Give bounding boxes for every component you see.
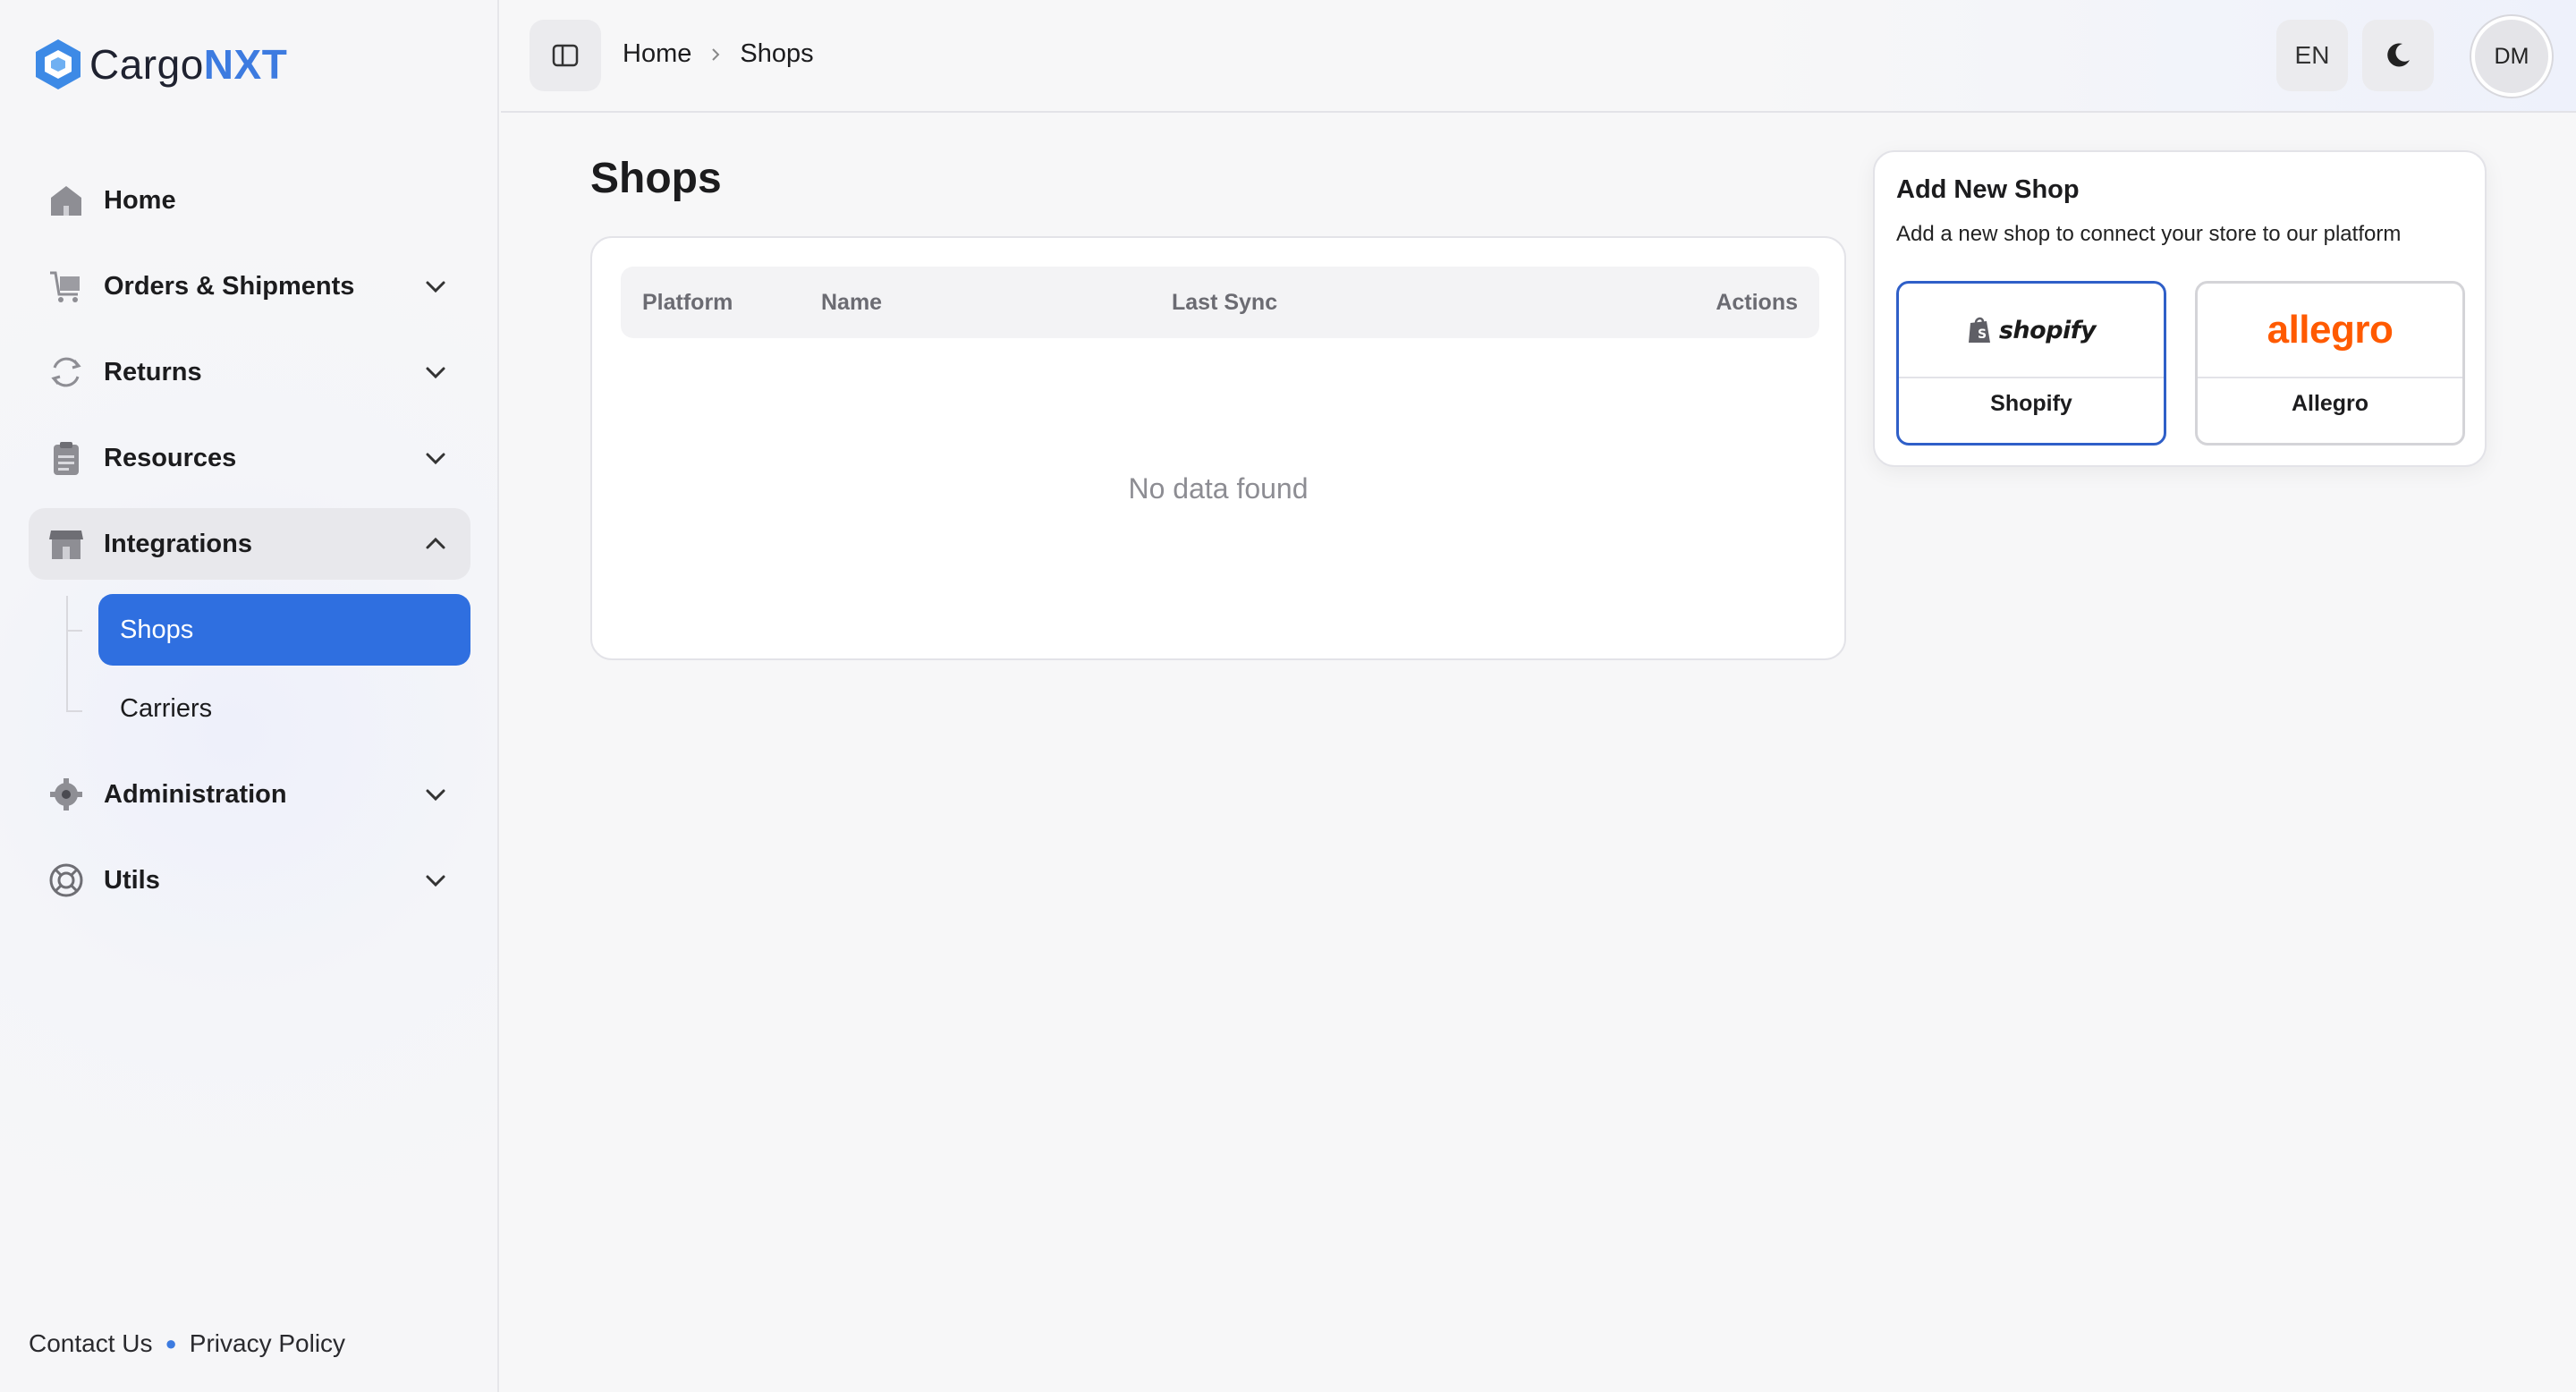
brand-name: CargoNXT [89, 41, 288, 88]
sidebar-subitem-carriers[interactable]: Carriers [98, 673, 470, 744]
sidebar-toggle-icon [552, 44, 579, 67]
breadcrumb: Home Shops [623, 39, 814, 69]
empty-state-text: No data found [1128, 472, 1309, 505]
sidebar-item-label: Administration [104, 779, 287, 809]
sidebar-subitem-shops[interactable]: Shops [98, 594, 470, 666]
sidebar-item-label: Integrations [104, 529, 252, 558]
privacy-policy-link[interactable]: Privacy Policy [190, 1329, 345, 1358]
column-header-platform[interactable]: Platform [642, 290, 733, 316]
app-root: CargoNXT Home Orders & Shipments Returns [0, 0, 2576, 1392]
sidebar-item-administration[interactable]: Administration [29, 759, 470, 830]
allegro-wordmark: allegro [2267, 308, 2394, 352]
sidebar-item-label: Orders & Shipments [104, 271, 355, 301]
platform-name: Allegro [2291, 391, 2369, 416]
cube-logo-icon [36, 39, 80, 89]
shops-table: Platform Name Last Sync Actions No data … [590, 236, 1846, 660]
returns-icon [47, 352, 86, 392]
clipboard-icon [47, 438, 86, 478]
column-header-last-sync[interactable]: Last Sync [1172, 290, 1277, 316]
submenu-tree-tick [66, 630, 82, 632]
submenu-tree-tick [66, 710, 82, 712]
moon-icon [2387, 43, 2410, 67]
page-title: Shops [590, 155, 722, 202]
platform-option-shopify[interactable]: S shopify Shopify [1896, 281, 2166, 446]
lifebuoy-icon [47, 861, 86, 900]
add-shop-popover: Add New Shop Add a new shop to connect y… [1873, 150, 2487, 467]
sidebar-item-orders-shipments[interactable]: Orders & Shipments [29, 250, 470, 322]
sidebar-toggle-button[interactable] [530, 20, 601, 91]
chevron-down-icon[interactable] [422, 445, 449, 471]
breadcrumb-home[interactable]: Home [623, 39, 691, 69]
sidebar-item-resources[interactable]: Resources [29, 422, 470, 494]
chevron-down-icon[interactable] [422, 359, 449, 386]
home-icon [47, 181, 86, 220]
user-avatar[interactable]: DM [2471, 16, 2552, 97]
column-header-name[interactable]: Name [821, 290, 882, 316]
sidebar-item-label: Returns [104, 357, 202, 386]
sidebar-item-home[interactable]: Home [29, 165, 470, 236]
sidebar-footer: Contact Us ● Privacy Policy [29, 1329, 345, 1358]
gear-icon [47, 775, 86, 814]
platform-name: Shopify [1990, 391, 2072, 416]
language-button[interactable]: EN [2276, 20, 2348, 91]
popover-title: Add New Shop [1896, 175, 2080, 204]
sidebar-item-label: Utils [104, 865, 160, 895]
sidebar: CargoNXT Home Orders & Shipments Returns [0, 0, 499, 1392]
sidebar-item-label: Home [104, 185, 176, 215]
breadcrumb-current: Shops [740, 39, 814, 68]
cart-icon [47, 267, 86, 306]
topbar: Home Shops EN DM [501, 0, 2576, 113]
contact-us-link[interactable]: Contact Us [29, 1329, 153, 1358]
footer-separator: ● [165, 1332, 177, 1354]
shopify-logo: S shopify [1899, 284, 2164, 378]
brand-logo[interactable]: CargoNXT [34, 36, 287, 93]
sidebar-item-integrations[interactable]: Integrations [29, 508, 470, 580]
theme-toggle-button[interactable] [2362, 20, 2434, 91]
column-header-actions: Actions [1716, 290, 1798, 315]
table-header: Platform Name Last Sync Actions [621, 267, 1819, 338]
sidebar-item-returns[interactable]: Returns [29, 336, 470, 408]
chevron-down-icon[interactable] [422, 867, 449, 894]
shopify-bag-icon: S [1968, 317, 1990, 343]
sidebar-item-utils[interactable]: Utils [29, 845, 470, 916]
svg-text:S: S [1978, 327, 1987, 342]
chevron-right-icon [712, 47, 720, 61]
platform-option-allegro[interactable]: allegro Allegro [2195, 281, 2465, 446]
store-icon [47, 524, 86, 564]
allegro-logo: allegro [2198, 284, 2462, 378]
chevron-down-icon[interactable] [422, 781, 449, 808]
shopify-wordmark: shopify [1998, 316, 2097, 344]
chevron-down-icon[interactable] [422, 273, 449, 300]
sidebar-item-label: Resources [104, 443, 237, 472]
submenu-tree-line [66, 596, 68, 712]
chevron-up-icon[interactable] [422, 530, 449, 557]
popover-subtitle: Add a new shop to connect your store to … [1896, 222, 2402, 246]
